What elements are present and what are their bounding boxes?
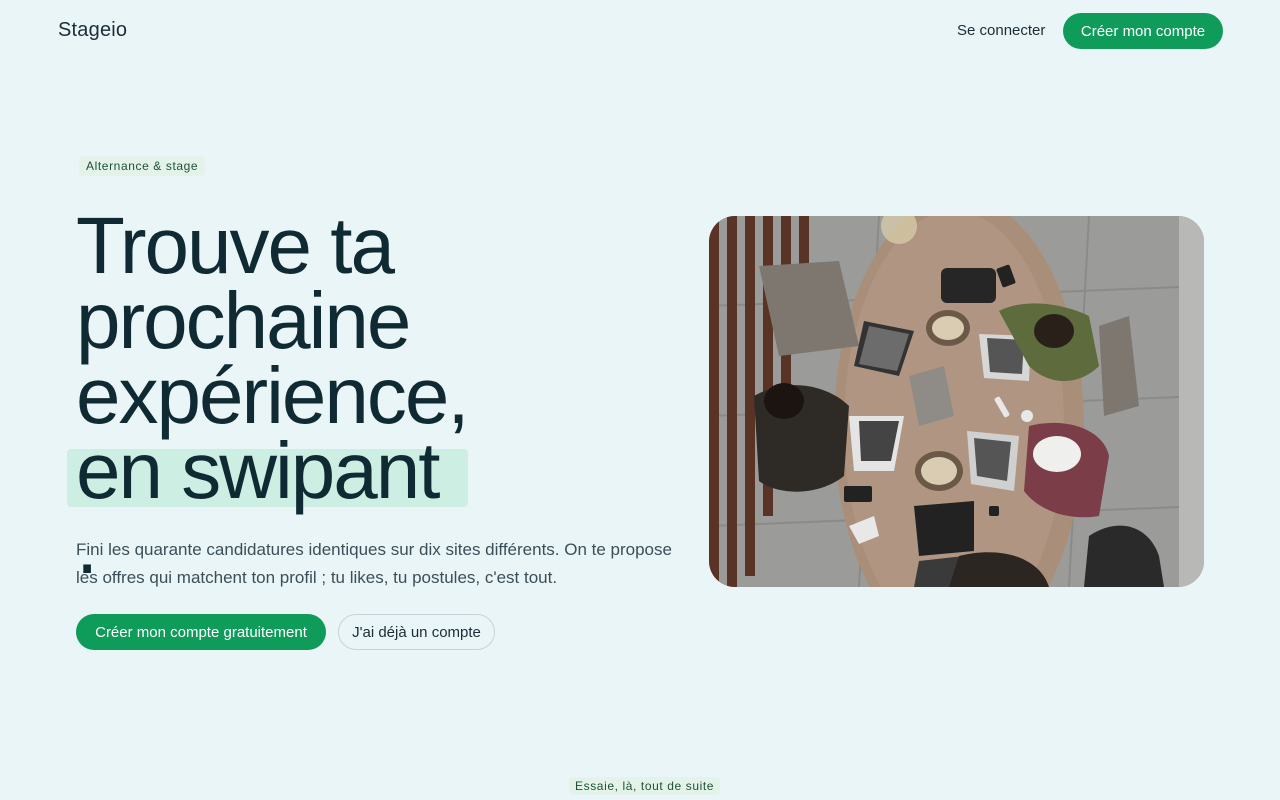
signup-button[interactable]: Créer mon compte: [1063, 13, 1223, 49]
section-tag: Essaie, là, tout de suite: [569, 777, 721, 795]
already-have-account-button[interactable]: J'ai déjà un compte: [338, 614, 495, 650]
create-account-free-button[interactable]: Créer mon compte gratuitement: [76, 614, 326, 650]
hero-description: Fini les quarante candidatures identique…: [76, 540, 672, 587]
hero-photo: [709, 216, 1204, 587]
headline-line-3: expérience,: [76, 351, 470, 440]
category-tag: Alternance & stage: [79, 156, 206, 176]
login-link[interactable]: Se connecter: [957, 22, 1045, 39]
headline-line-2: prochaine: [76, 276, 411, 365]
brand-logo[interactable]: Stageio: [58, 19, 127, 42]
hero-headline: Trouve ta prochaine expérience, en swipa…: [67, 201, 470, 586]
hero-photo-illustration: [709, 216, 1204, 587]
headline-highlight: en swipant: [67, 431, 468, 511]
headline-line-1: Trouve ta: [76, 201, 395, 290]
headline-highlight-text: en swipant: [76, 426, 440, 515]
